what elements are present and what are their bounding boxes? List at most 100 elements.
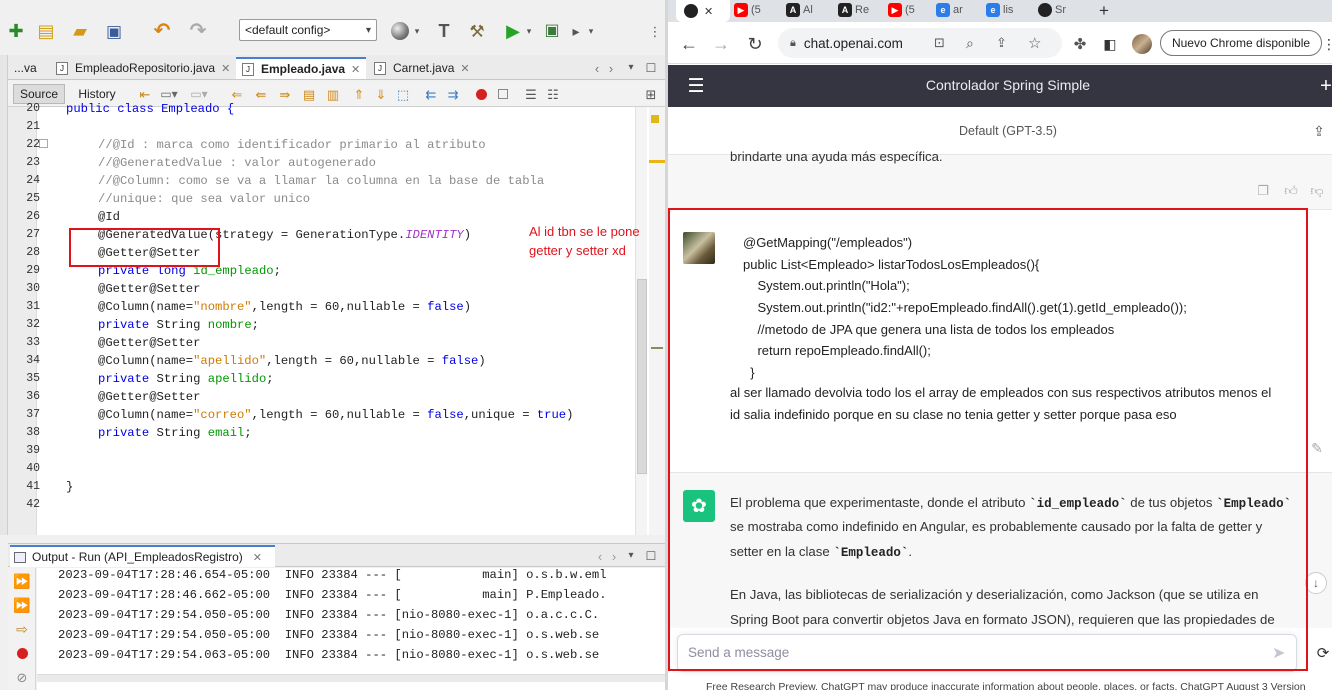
chrome-window: ✕ ▶ (5 A Al A Re ▶ (5 e ar e lis Sr + ← … <box>668 0 1332 690</box>
scrollbar-thumb[interactable] <box>637 279 647 474</box>
maximize-icon[interactable]: ☐ <box>644 59 658 77</box>
code-text: ) <box>463 228 472 242</box>
log-line: 2023-09-04T17:28:46.654-05:00 INFO 23384… <box>58 568 607 582</box>
code-line-23: //@GeneratedValue : valor autogenerado <box>98 156 376 170</box>
thumbs-down-icon[interactable]: 👎︎ <box>1308 181 1326 199</box>
line-number: 36 <box>26 390 40 403</box>
line-number: 41 <box>26 480 40 493</box>
extensions-icon[interactable]: ✤ <box>1068 32 1092 56</box>
reload-icon[interactable]: ↻ <box>742 32 768 56</box>
active-browser-tab[interactable]: ✕ <box>676 0 730 22</box>
close-icon[interactable]: ✕ <box>253 551 262 564</box>
zoom-icon[interactable]: ⌕ <box>966 35 974 52</box>
scroll-down-icon[interactable]: ↓ <box>1305 572 1327 594</box>
stop-icon[interactable] <box>12 644 32 662</box>
url-text: chat.openai.com <box>803 35 903 51</box>
code-text: ; <box>266 372 274 386</box>
browser-tab[interactable]: Sr <box>1038 0 1066 20</box>
annotation-line-2: getter y setter xd <box>529 243 626 258</box>
line-number: 34 <box>26 354 40 367</box>
browser-tab[interactable]: e ar <box>936 0 963 20</box>
browser-tab[interactable]: A Al <box>786 0 813 20</box>
clear-output-icon[interactable]: ⊘ <box>12 668 32 686</box>
browser-tab[interactable]: ▶ (5 <box>888 0 915 20</box>
code-line-31: @Column(name="nombre",length = 60,nullab… <box>98 298 471 316</box>
log-line: 2023-09-04T17:29:54.050-05:00 INFO 23384… <box>58 628 600 642</box>
browser-tab-label: Sr <box>1055 4 1066 16</box>
line-number: 20 <box>26 102 40 115</box>
edge-icon: e <box>986 3 1000 17</box>
code-line-20: public class Empleado { <box>66 100 234 118</box>
line-number: 33 <box>26 336 40 349</box>
share-icon[interactable]: ⇪ <box>1308 121 1330 141</box>
line-number: 32 <box>26 318 40 331</box>
split-editor-icon[interactable]: ⊞ <box>642 85 660 103</box>
code-text: ,length = 60,nullable = <box>266 354 442 368</box>
code-line-35: private String apellido; <box>98 370 274 388</box>
close-icon[interactable]: ✕ <box>704 5 713 18</box>
rerun-icon[interactable]: ⏩ <box>12 572 32 590</box>
bookmark-star-icon[interactable]: ☆ <box>1028 34 1041 52</box>
browser-tab-label: Al <box>803 4 813 16</box>
code-text: String <box>156 426 201 440</box>
menu-icon[interactable]: ⋮ <box>1322 32 1332 56</box>
output-tab[interactable]: Output - Run (API_EmpleadosRegistro) ✕ <box>10 545 275 567</box>
output-side-toolbar: ⏩ ⏩ ⇨ ⊘ <box>8 568 36 690</box>
address-bar[interactable]: 🔒︎ chat.openai.com ⊡ ⌕ ⇪ ☆ <box>778 28 1062 58</box>
browser-toolbar: ← → ↻ 🔒︎ chat.openai.com ⊡ ⌕ ⇪ ☆ ✤ ◧ Nue… <box>668 22 1332 64</box>
forward-arrow-icon[interactable]: → <box>708 32 734 56</box>
profile-avatar[interactable] <box>1130 32 1154 56</box>
dropdown-icon[interactable]: ▾ <box>624 547 638 565</box>
output-title: Output - Run (API_EmpleadosRegistro) <box>32 550 243 564</box>
annotation-line-1: Al id tbn se le pone <box>529 224 640 239</box>
code-line-33: @Getter@Setter <box>98 336 201 350</box>
code-text: ,unique = <box>463 408 537 422</box>
output-scroll-track[interactable] <box>37 674 665 682</box>
scroll-left-icon[interactable]: ‹ <box>593 547 607 565</box>
youtube-icon: ▶ <box>888 3 902 17</box>
line-number: 28 <box>26 246 40 259</box>
github-icon <box>1038 3 1052 17</box>
side-panel-icon[interactable]: ◧ <box>1098 32 1122 56</box>
regenerate-icon[interactable]: ⟳ <box>1314 642 1332 664</box>
code-text: ) <box>463 300 472 314</box>
code-text: String <box>156 372 201 386</box>
code-line-32: private String nombre; <box>98 316 259 334</box>
browser-tab[interactable]: ▶ (5 <box>734 0 761 20</box>
code-scrollbar[interactable] <box>635 107 647 535</box>
code-text: @Column(name= <box>98 300 194 314</box>
step-icon[interactable]: ⇨ <box>12 620 32 638</box>
log-line: 2023-09-04T17:29:54.050-05:00 INFO 23384… <box>58 608 600 622</box>
code-text: false <box>427 408 464 422</box>
back-arrow-icon[interactable]: ← <box>676 32 702 56</box>
maximize-icon[interactable]: ☐ <box>644 547 658 565</box>
translate-icon[interactable]: ⊡ <box>934 35 945 51</box>
caret-marker <box>649 160 665 163</box>
update-chrome-button[interactable]: Nuevo Chrome disponible <box>1160 30 1322 56</box>
code-text: "correo" <box>193 408 252 422</box>
code-text: ) <box>478 354 486 368</box>
browser-tab[interactable]: e lis <box>986 0 1013 20</box>
code-text: email <box>207 426 245 440</box>
code-line-24: //@Column: como se va a llamar la column… <box>98 174 545 188</box>
browser-tab[interactable]: A Re <box>838 0 869 20</box>
line-number: 24 <box>26 174 40 187</box>
code-line-26: @Id <box>98 210 120 224</box>
overflow-icon[interactable]: ⋮ <box>648 20 662 42</box>
line-number: 29 <box>26 264 40 277</box>
projects-side-strip[interactable] <box>0 55 8 535</box>
code-text: nombre <box>207 318 252 332</box>
copy-icon[interactable]: ❐ <box>1254 181 1272 199</box>
rerun-with-params-icon[interactable]: ⏩ <box>12 596 32 614</box>
code-text: @Column(name= <box>98 408 194 422</box>
edit-icon[interactable]: ✎ <box>1308 439 1326 457</box>
thumbs-up-icon[interactable]: 👍︎ <box>1282 181 1300 199</box>
line-number: 37 <box>26 408 40 421</box>
share-icon[interactable]: ⇪ <box>996 35 1007 51</box>
new-chat-icon[interactable]: + <box>1316 75 1332 97</box>
line-number: 39 <box>26 444 40 457</box>
scroll-right-icon[interactable]: › <box>607 547 621 565</box>
browser-tab-label: (5 <box>905 4 915 16</box>
new-tab-icon[interactable]: + <box>1094 0 1114 20</box>
code-line-41: } <box>66 480 74 494</box>
